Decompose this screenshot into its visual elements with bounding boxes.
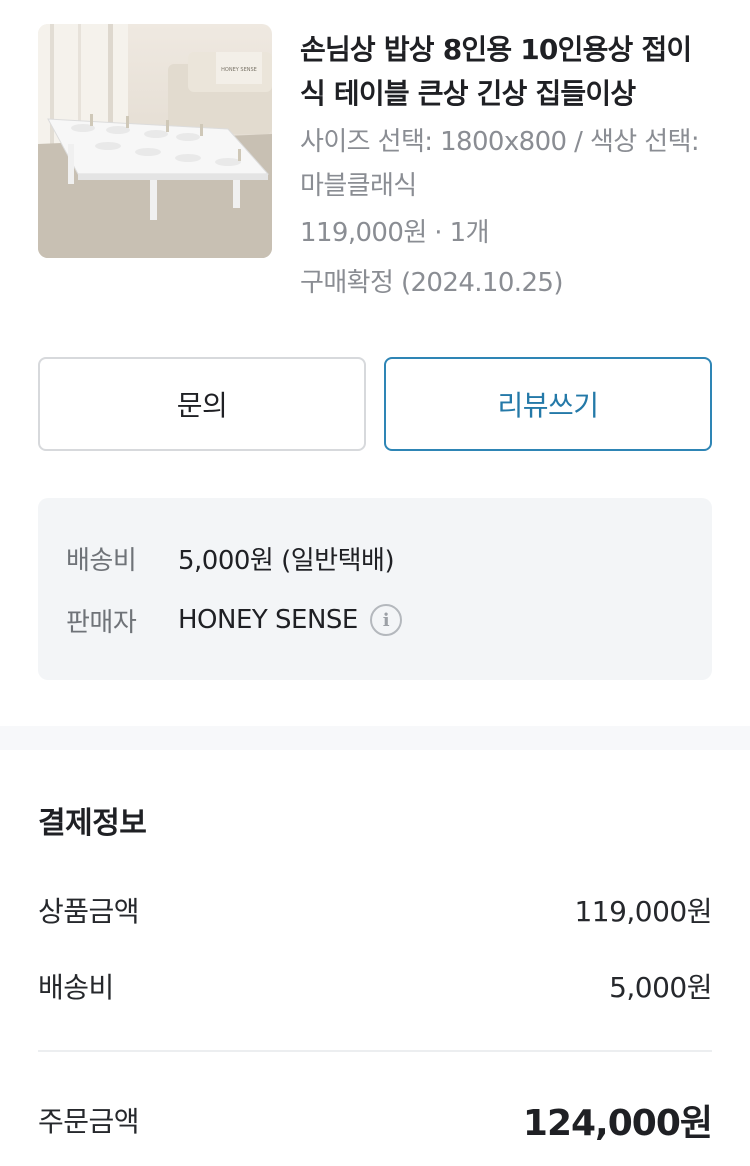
product-option: 사이즈 선택: 1800x800 / 색상 선택: 마블클래식 [300,127,700,201]
seller-row: 판매자 HONEY SENSE i [66,600,402,640]
product-price-quantity: 119,000원 · 1개 [300,218,490,248]
order-total-value: 124,000원 [522,1103,713,1144]
product-thumbnail[interactable]: HONEY SENSE [38,24,272,258]
shipping-info-box [38,498,712,680]
inquiry-button[interactable]: 문의 [38,357,366,451]
seller-label: 판매자 [66,607,137,638]
order-total-label: 주문금액 [38,1105,140,1138]
section-divider [0,726,750,750]
shipping-fee-value: 5,000원 (일반택배) [178,545,395,576]
payment-row-value: 5,000원 [609,971,712,1004]
shipping-fee-label: 배송비 [66,545,137,576]
divider [38,1050,712,1052]
order-detail-page: HONEY SENSE 손님상 밥상 8인용 10인용상 접이식 테이블 큰상 … [0,0,750,1166]
product-image: HONEY SENSE [38,24,272,258]
shipping-fee-row: 배송비 5,000원 (일반택배) [66,538,395,578]
payment-row-label: 상품금액 [38,895,140,928]
product-summary: HONEY SENSE 손님상 밥상 8인용 10인용상 접이식 테이블 큰상 … [38,24,712,324]
payment-total-row: 주문금액 124,000원 [38,1096,713,1144]
write-review-button[interactable]: 리뷰쓰기 [384,357,712,451]
payment-info-title: 결제정보 [38,806,147,841]
product-title[interactable]: 손님상 밥상 8인용 10인용상 접이식 테이블 큰상 긴상 집들이상 [300,28,712,116]
payment-row-shipping-fee: 배송비 5,000원 [38,964,712,1008]
order-status: 구매확정 (2024.10.25) [300,268,564,298]
seller-name[interactable]: HONEY SENSE [178,605,358,635]
brand-mark: HONEY SENSE [221,67,257,73]
payment-row-value: 119,000원 [574,895,712,928]
payment-row-product-amount: 상품금액 119,000원 [38,888,712,932]
product-info: 손님상 밥상 8인용 10인용상 접이식 테이블 큰상 긴상 집들이상 사이즈 … [300,28,712,308]
payment-row-label: 배송비 [38,971,114,1004]
info-icon[interactable]: i [369,604,402,636]
